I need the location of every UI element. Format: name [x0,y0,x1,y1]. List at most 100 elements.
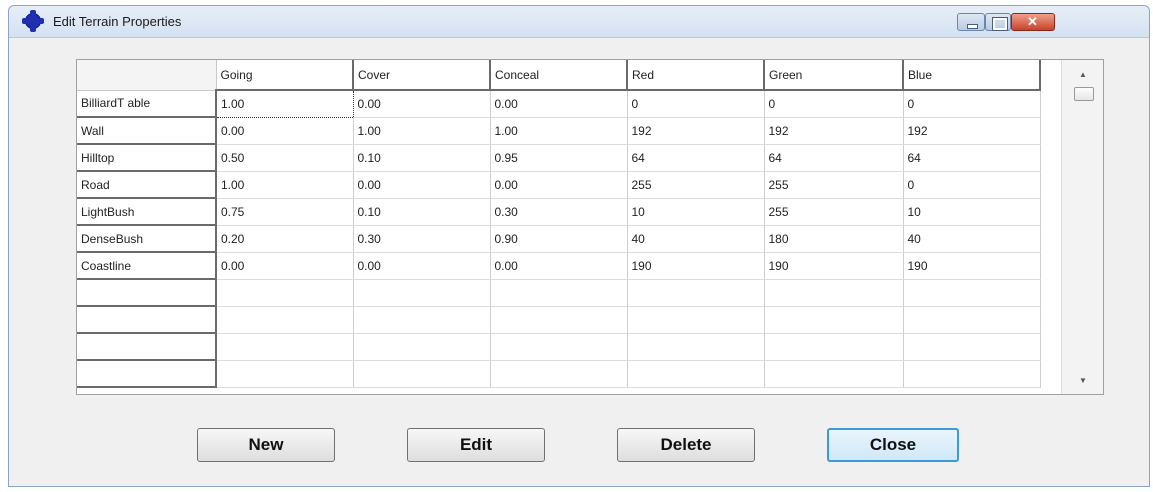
grid-cell[interactable]: 40 [903,225,1041,253]
vertical-scrollbar[interactable]: ▲ ▼ [1061,60,1103,394]
grid-cell[interactable] [490,333,628,361]
grid-cell[interactable]: 1.00 [216,171,354,199]
delete-button[interactable]: Delete [617,428,755,462]
grid-cell[interactable]: 64 [903,144,1041,172]
grid-cell[interactable] [216,279,354,307]
grid-cell[interactable] [627,333,765,361]
row-header[interactable] [77,360,217,388]
grid-cell[interactable]: 10 [903,198,1041,226]
grid-cell[interactable]: 1.00 [215,89,354,118]
row-header[interactable] [77,333,217,361]
grid-cell[interactable]: 0.30 [490,198,628,226]
grid-cell[interactable]: 1.00 [490,117,628,145]
header-row: Going Cover Conceal Red Green Blue [77,60,1041,91]
grid-cell[interactable] [903,333,1041,361]
maximize-icon[interactable] [985,13,1011,31]
grid-cell[interactable] [764,306,904,334]
grid-cell[interactable]: 0.50 [216,144,354,172]
grid-cell[interactable]: 192 [627,117,765,145]
grid-cell[interactable]: 0.00 [490,90,628,118]
grid-cell[interactable] [353,306,491,334]
grid-cell[interactable]: 0.00 [353,90,491,118]
column-header-blue[interactable]: Blue [903,60,1041,91]
grid-corner [77,60,217,91]
grid-cell[interactable] [353,279,491,307]
row-header[interactable]: LightBush [77,198,217,226]
close-button[interactable]: Close [827,428,959,462]
scroll-down-icon[interactable]: ▼ [1074,374,1092,388]
grid-cell[interactable]: 64 [764,144,904,172]
grid-cell[interactable] [627,306,765,334]
grid-cell[interactable]: 190 [903,252,1041,280]
grid-cell[interactable]: 0 [903,171,1041,199]
grid-cell[interactable]: 64 [627,144,765,172]
grid-cell[interactable] [627,279,765,307]
grid-cell[interactable] [216,333,354,361]
grid-cell[interactable]: 255 [627,171,765,199]
grid-cell[interactable]: 0 [764,90,904,118]
scroll-up-icon[interactable]: ▲ [1074,68,1092,82]
row-header[interactable]: Road [77,171,217,199]
grid-cell[interactable]: 0.00 [490,171,628,199]
title-bar[interactable]: Edit Terrain Properties [9,6,1149,38]
grid-cell[interactable]: 0.75 [216,198,354,226]
grid-cell[interactable]: 0.30 [353,225,491,253]
column-header-going[interactable]: Going [216,60,354,91]
grid-cell[interactable]: 40 [627,225,765,253]
table-row: LightBush 0.75 0.10 0.30 10 255 10 [77,198,1041,226]
grid-cell[interactable]: 0 [903,90,1041,118]
grid-cell[interactable]: 0.20 [216,225,354,253]
row-header[interactable]: Hilltop [77,144,217,172]
grid-cell[interactable]: 0.00 [353,252,491,280]
grid-cell[interactable] [490,279,628,307]
grid-cell[interactable] [627,360,765,388]
grid-cell[interactable]: 0.00 [216,252,354,280]
grid-cell[interactable]: 1.00 [353,117,491,145]
row-header[interactable] [77,279,217,307]
column-header-green[interactable]: Green [764,60,904,91]
grid-cell[interactable]: 255 [764,171,904,199]
column-header-conceal[interactable]: Conceal [490,60,628,91]
minimize-icon[interactable] [957,13,985,31]
row-header[interactable]: Coastline [77,252,217,280]
grid-cell[interactable]: 0.90 [490,225,628,253]
grid-cell[interactable]: 255 [764,198,904,226]
grid-cell[interactable]: 10 [627,198,765,226]
grid-cell[interactable] [764,360,904,388]
grid-cell[interactable]: 190 [627,252,765,280]
grid-cell[interactable] [903,360,1041,388]
grid-cell[interactable] [490,360,628,388]
column-header-cover[interactable]: Cover [353,60,491,91]
grid-cell[interactable]: 0.00 [216,117,354,145]
edit-button[interactable]: Edit [407,428,545,462]
grid-cell[interactable]: 0.00 [490,252,628,280]
grid-cell[interactable]: 192 [903,117,1041,145]
grid-cell[interactable] [216,360,354,388]
grid-cell[interactable] [764,279,904,307]
table-row: Hilltop 0.50 0.10 0.95 64 64 64 [77,144,1041,172]
grid-cell[interactable] [353,360,491,388]
terrain-grid[interactable]: Going Cover Conceal Red Green Blue Billi… [76,59,1104,395]
grid-cell[interactable] [490,306,628,334]
grid-cell[interactable] [764,333,904,361]
grid-cell[interactable] [903,306,1041,334]
row-header[interactable]: BilliardT able [77,90,217,118]
column-header-red[interactable]: Red [627,60,765,91]
grid-cell[interactable] [353,333,491,361]
scroll-thumb[interactable] [1074,87,1094,101]
grid-cell[interactable]: 0.95 [490,144,628,172]
row-header[interactable]: DenseBush [77,225,217,253]
grid-cell[interactable] [216,306,354,334]
grid-cell[interactable]: 0.00 [353,171,491,199]
row-header[interactable] [77,306,217,334]
close-icon[interactable] [1011,13,1055,31]
grid-cell[interactable]: 192 [764,117,904,145]
grid-cell[interactable]: 0 [627,90,765,118]
grid-cell[interactable]: 0.10 [353,144,491,172]
row-header[interactable]: Wall [77,117,217,145]
grid-cell[interactable]: 180 [764,225,904,253]
grid-cell[interactable]: 190 [764,252,904,280]
new-button[interactable]: New [197,428,335,462]
grid-cell[interactable]: 0.10 [353,198,491,226]
grid-cell[interactable] [903,279,1041,307]
